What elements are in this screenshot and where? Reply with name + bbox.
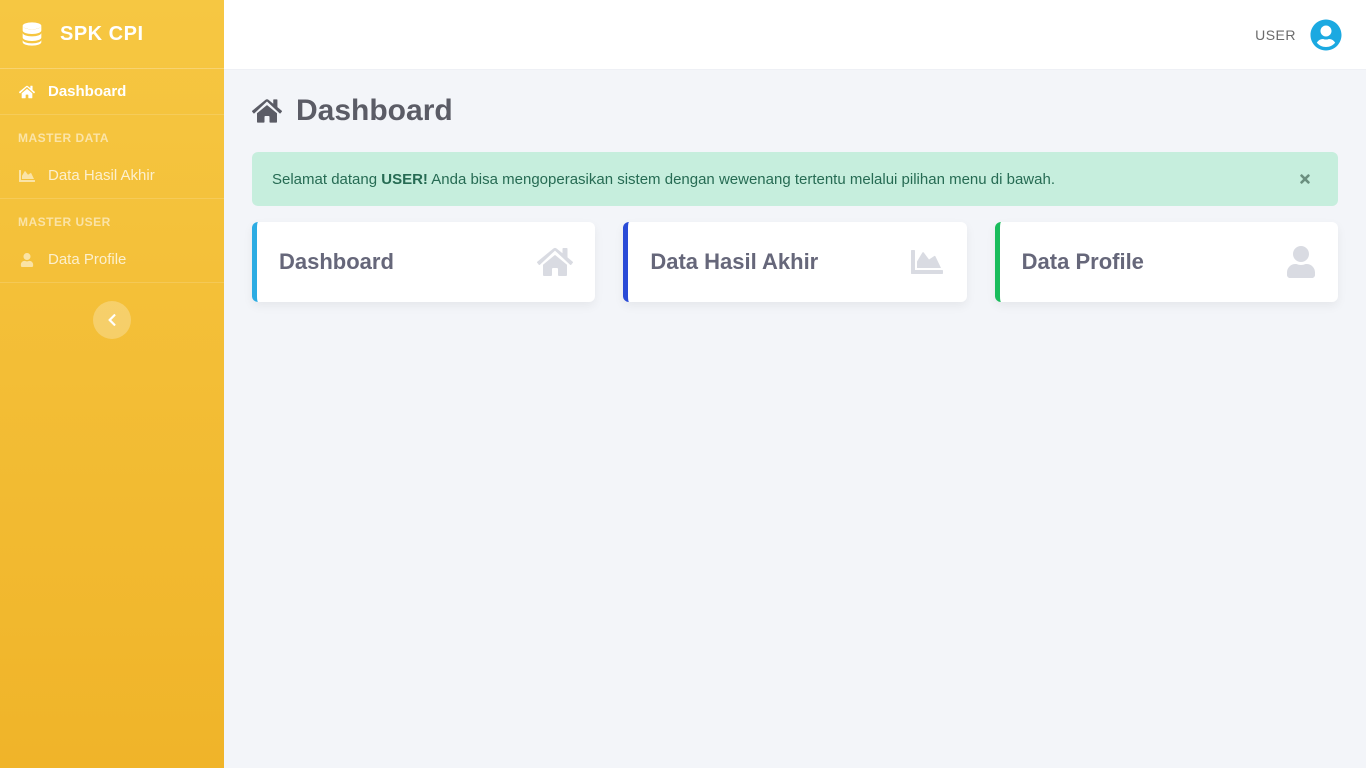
card-dashboard[interactable]: Dashboard <box>252 222 595 302</box>
topbar-user-label[interactable]: USER <box>1255 27 1296 43</box>
user-icon <box>18 253 36 267</box>
card-hasil-akhir[interactable]: Data Hasil Akhir <box>623 222 966 302</box>
alert-post: Anda bisa mengoperasikan sistem dengan w… <box>428 171 1055 188</box>
chevron-left-icon <box>107 313 117 327</box>
avatar-icon[interactable] <box>1310 19 1342 51</box>
welcome-alert: Selamat datang USER! Anda bisa mengopera… <box>252 152 1338 206</box>
database-icon <box>18 20 46 48</box>
sidebar-item-label: Data Profile <box>48 251 126 268</box>
alert-pre: Selamat datang <box>272 171 381 188</box>
sidebar-section-master-user: MASTER USER <box>0 199 224 237</box>
sidebar-item-label: Dashboard <box>48 83 126 100</box>
home-icon <box>18 84 36 100</box>
page-title-text: Dashboard <box>296 94 453 128</box>
main: USER Dashboard Selamat datang USER! Anda… <box>224 0 1366 768</box>
home-icon <box>537 246 573 278</box>
user-icon <box>1286 246 1316 278</box>
sidebar-item-dashboard[interactable]: Dashboard <box>0 69 224 115</box>
card-profile[interactable]: Data Profile <box>995 222 1338 302</box>
topbar: USER <box>224 0 1366 70</box>
sidebar-item-hasil-akhir[interactable]: Data Hasil Akhir <box>0 153 224 199</box>
card-title: Data Hasil Akhir <box>650 249 818 275</box>
chart-area-icon <box>909 246 945 278</box>
home-icon <box>252 97 282 125</box>
content: Dashboard Selamat datang USER! Anda bisa… <box>224 70 1366 326</box>
brand-name: SPK CPI <box>60 23 144 46</box>
sidebar-item-label: Data Hasil Akhir <box>48 167 155 184</box>
alert-close-button[interactable] <box>1292 168 1318 190</box>
chart-area-icon <box>18 168 36 184</box>
alert-strong: USER! <box>381 171 428 188</box>
page-title: Dashboard <box>252 94 1338 128</box>
card-title: Data Profile <box>1022 249 1144 275</box>
close-icon <box>1298 172 1312 186</box>
alert-text: Selamat datang USER! Anda bisa mengopera… <box>272 171 1055 188</box>
card-title: Dashboard <box>279 249 394 275</box>
sidebar: SPK CPI Dashboard MASTER DATA Data Hasil… <box>0 0 224 768</box>
brand[interactable]: SPK CPI <box>0 0 224 69</box>
sidebar-collapse-button[interactable] <box>93 301 131 339</box>
cards-row: Dashboard Data Hasil Akhir Data Profile <box>252 222 1338 302</box>
sidebar-item-profile[interactable]: Data Profile <box>0 237 224 283</box>
sidebar-section-master-data: MASTER DATA <box>0 115 224 153</box>
